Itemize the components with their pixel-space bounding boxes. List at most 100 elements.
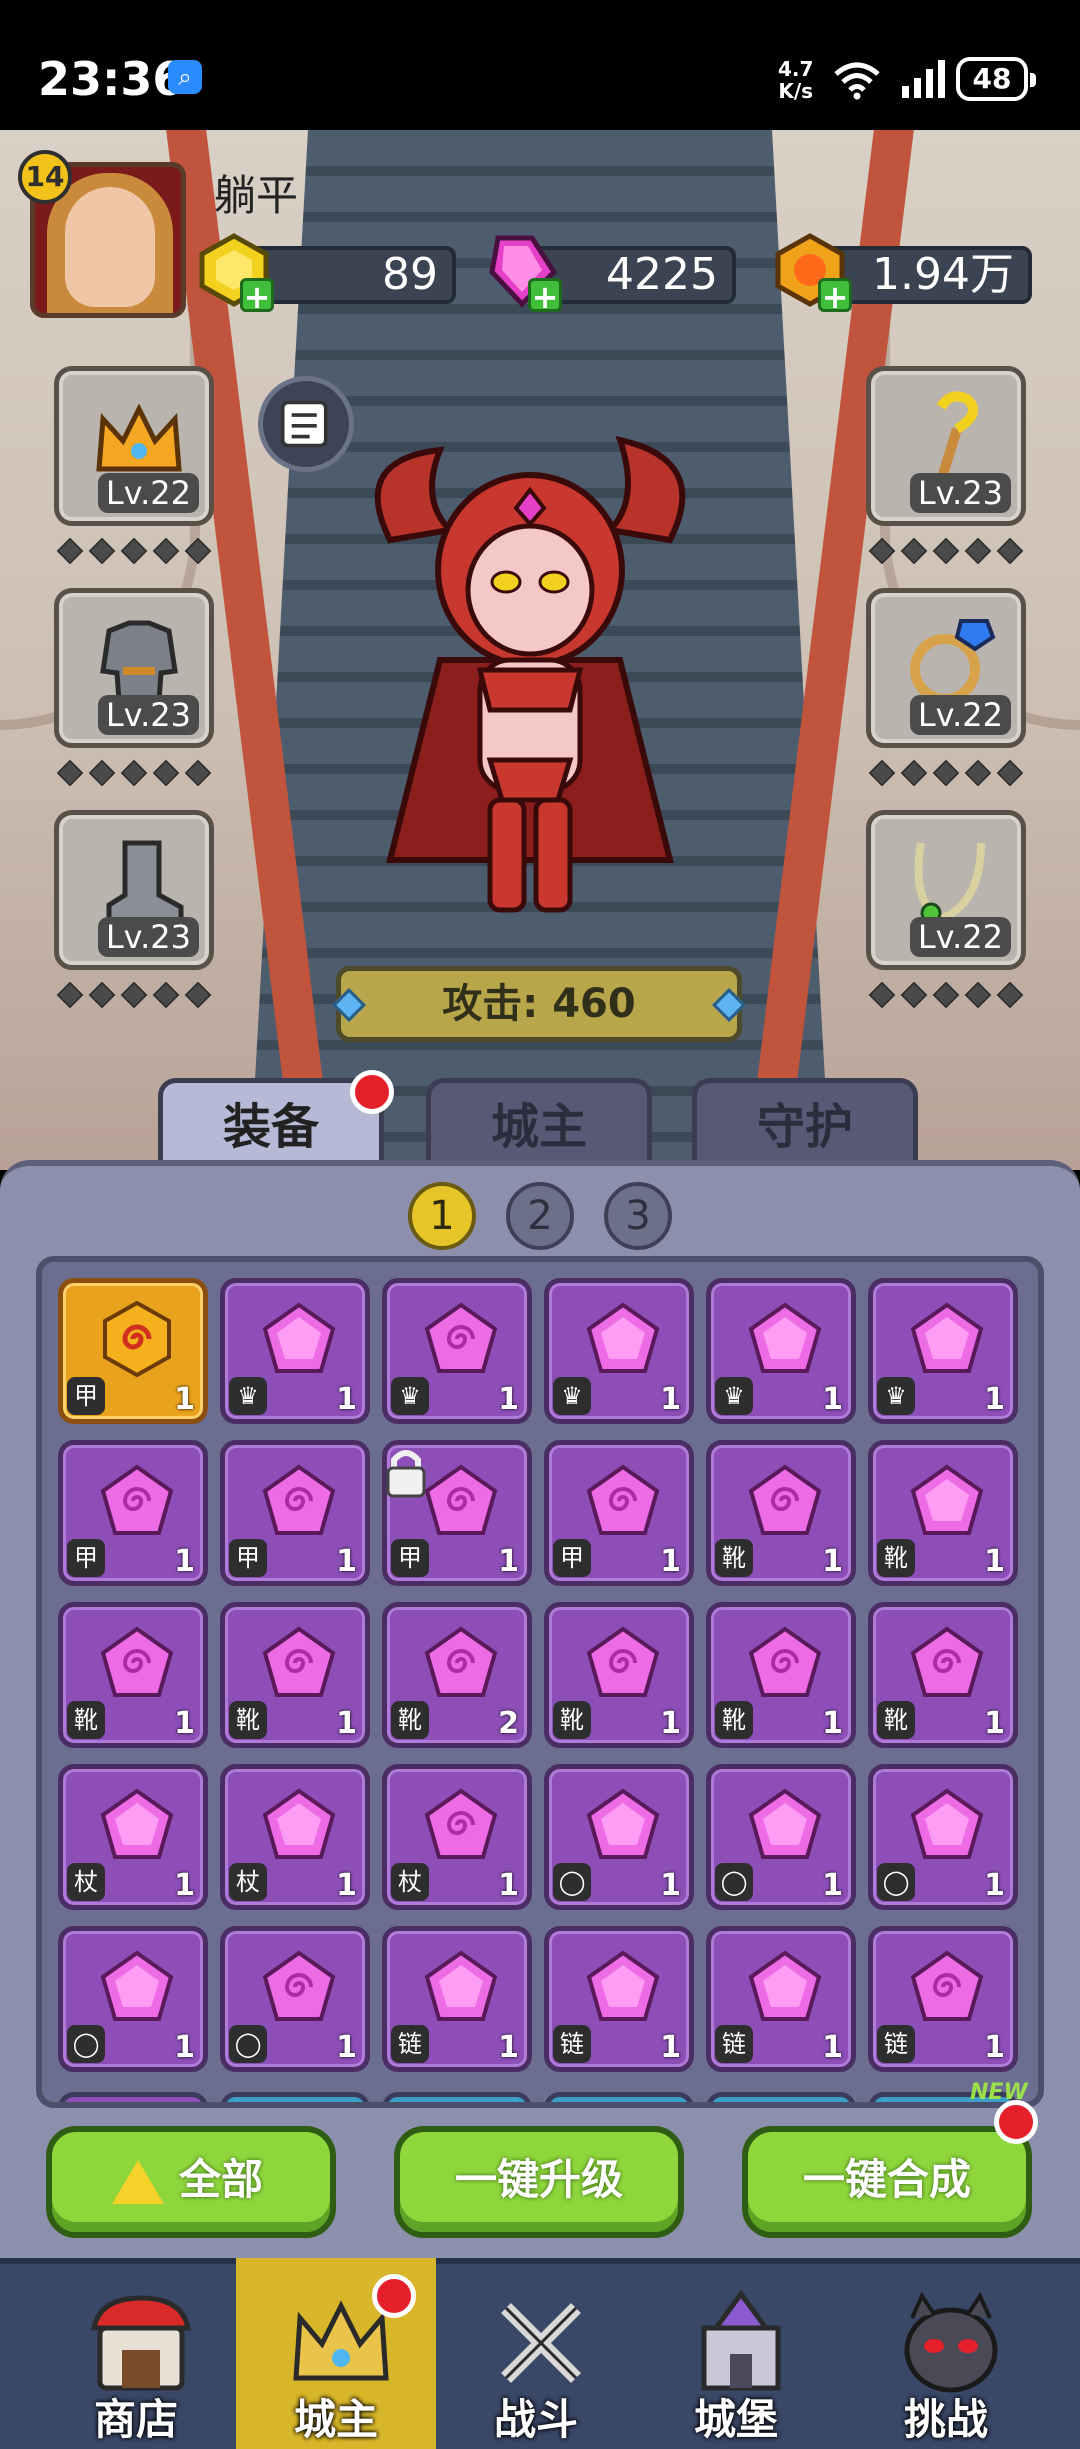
one-click-merge-button[interactable]: 一键合成 (742, 2126, 1032, 2238)
pink-gem-icon (99, 1949, 175, 2025)
ring-slot-icon: ◯ (553, 1863, 591, 1901)
necklace-slot-icon: 链 (877, 2025, 915, 2063)
spiral-gem-icon (423, 1787, 499, 1863)
item-count: 1 (498, 1868, 519, 1903)
inventory-item[interactable]: 靴2 (382, 1602, 532, 1748)
star-diamond-icon (152, 537, 180, 565)
item-count: 1 (498, 2030, 519, 2065)
nav-swords[interactable]: 战斗 (436, 2258, 636, 2449)
page-3-button[interactable]: 3 (604, 1182, 672, 1250)
nav-castle[interactable]: 城堡 (636, 2258, 836, 2449)
pink-gem-icon (585, 1301, 661, 1377)
equipment-slot-boots[interactable]: Lv.23 (54, 810, 214, 970)
one-click-upgrade-button[interactable]: 一键升级 (394, 2126, 684, 2238)
item-count: 1 (984, 1706, 1005, 1741)
hero-character (374, 435, 686, 913)
inventory-item[interactable]: 靴1 (868, 1440, 1018, 1586)
page-1-button[interactable]: 1 (408, 1182, 476, 1250)
spiral-gem-icon (585, 1463, 661, 1539)
nav-crown[interactable]: 城主 (236, 2258, 436, 2449)
add-gold-bar-button[interactable]: + (240, 278, 274, 313)
inventory-item[interactable]: 杖1 (382, 1764, 532, 1910)
inventory-item[interactable]: ◯ 1 (706, 1764, 856, 1910)
inventory-item[interactable]: 链1 (868, 1926, 1018, 2072)
inventory-item[interactable]: ◯ 1 (544, 1764, 694, 1910)
inventory-item[interactable]: 甲1 (544, 1440, 694, 1586)
equipment-slot-ring[interactable]: Lv.22 (866, 588, 1026, 748)
add-coin-button[interactable]: + (818, 278, 852, 313)
item-count: 1 (174, 1382, 195, 1417)
inventory-item[interactable]: ♛ 1 (382, 1278, 532, 1424)
inventory-item[interactable]: 靴1 (868, 1602, 1018, 1748)
game-screen: { "status_bar": { "time": "23:36", "net_… (0, 0, 1080, 2449)
armor-slot-icon: 甲 (67, 1377, 105, 1415)
inventory-item[interactable]: ♛ 1 (544, 1278, 694, 1424)
clock: 23:36 (38, 52, 185, 106)
inventory-item[interactable]: 靴1 (544, 1602, 694, 1748)
inventory-item[interactable]: 杖1 (220, 1764, 370, 1910)
boots-slot-icon: 靴 (553, 1701, 591, 1739)
inventory-item[interactable]: 靴1 (706, 1602, 856, 1748)
boots-slot-icon: 靴 (877, 1539, 915, 1577)
inventory-item[interactable] (382, 2092, 532, 2102)
inventory-item[interactable] (706, 2092, 856, 2102)
item-count: 1 (336, 1382, 357, 1417)
equipment-slot-armor[interactable]: Lv.23 (54, 588, 214, 748)
inventory-item[interactable]: 链1 (706, 1926, 856, 2072)
inventory-item[interactable]: ♛ 1 (706, 1278, 856, 1424)
pink-gem-icon (909, 1787, 985, 1863)
network-speed-unit: K/s (778, 79, 814, 103)
inventory-item[interactable] (544, 2092, 694, 2102)
boots-slot-icon: 靴 (715, 1701, 753, 1739)
item-count: 1 (984, 2030, 1005, 2065)
inventory-item[interactable]: 链1 (382, 1926, 532, 2072)
inventory-item[interactable]: ♛ 1 (220, 1278, 370, 1424)
nav-shop[interactable]: 商店 (36, 2258, 236, 2449)
add-gem-button[interactable]: + (528, 278, 562, 313)
equipment-slot-crown[interactable]: Lv.22 (54, 366, 214, 526)
star-diamond-icon (932, 537, 960, 565)
item-count: 1 (336, 2030, 357, 2065)
monster-icon (896, 2288, 1006, 2398)
inventory-item[interactable]: 靴1 (706, 1440, 856, 1586)
player-level-badge: 14 (18, 150, 72, 204)
page-2-button[interactable]: 2 (506, 1182, 574, 1250)
inventory-item[interactable]: 甲1 (58, 1440, 208, 1586)
inventory-item[interactable]: 甲1 (58, 1278, 208, 1424)
inventory-item[interactable] (220, 2092, 370, 2102)
filter-all-button[interactable]: 全部 (46, 2126, 336, 2238)
item-count: 1 (822, 1706, 843, 1741)
spiral-gem-icon (261, 1463, 337, 1539)
inventory-item[interactable]: 靴1 (58, 1602, 208, 1748)
equipment-slot-necklace[interactable]: Lv.22 (866, 810, 1026, 970)
item-count: 1 (660, 2030, 681, 2065)
item-count: 1 (822, 2030, 843, 2065)
boots-slot-icon: 靴 (715, 1539, 753, 1577)
inventory-item[interactable]: 靴1 (220, 1602, 370, 1748)
merge-notification-dot (994, 2100, 1038, 2144)
star-diamond-icon (868, 981, 896, 1009)
inventory-item[interactable]: ◯ 1 (868, 1764, 1018, 1910)
triangle-icon (112, 2160, 164, 2204)
armor-slot-icon: 甲 (229, 1539, 267, 1577)
inventory-item[interactable]: 甲1 (220, 1440, 370, 1586)
star-diamond-icon (932, 759, 960, 787)
inventory-item[interactable]: 杖1 (58, 1764, 208, 1910)
crown-slot-icon: ♛ (553, 1377, 591, 1415)
item-count: 2 (498, 1706, 519, 1741)
boots-slot-icon: 靴 (229, 1701, 267, 1739)
star-diamond-icon (996, 759, 1024, 787)
boots-slot-icon: 靴 (391, 1701, 429, 1739)
inventory-item[interactable]: ◯ 1 (220, 1926, 370, 2072)
inventory-item[interactable]: 链1 (544, 1926, 694, 2072)
equipment-slot-staff[interactable]: Lv.23 (866, 366, 1026, 526)
inventory-item[interactable]: ◯ 1 (58, 1926, 208, 2072)
ring-slot-icon: ◯ (229, 2025, 267, 2063)
inventory-item[interactable] (58, 2092, 208, 2102)
inventory-item[interactable]: ♛ 1 (868, 1278, 1018, 1424)
castle-icon (686, 2288, 796, 2398)
equipment-level: Lv.22 (909, 917, 1011, 957)
staff-slot-icon: 杖 (229, 1863, 267, 1901)
nav-monster[interactable]: 挑战 (846, 2258, 1046, 2449)
shop-icon (86, 2288, 196, 2398)
